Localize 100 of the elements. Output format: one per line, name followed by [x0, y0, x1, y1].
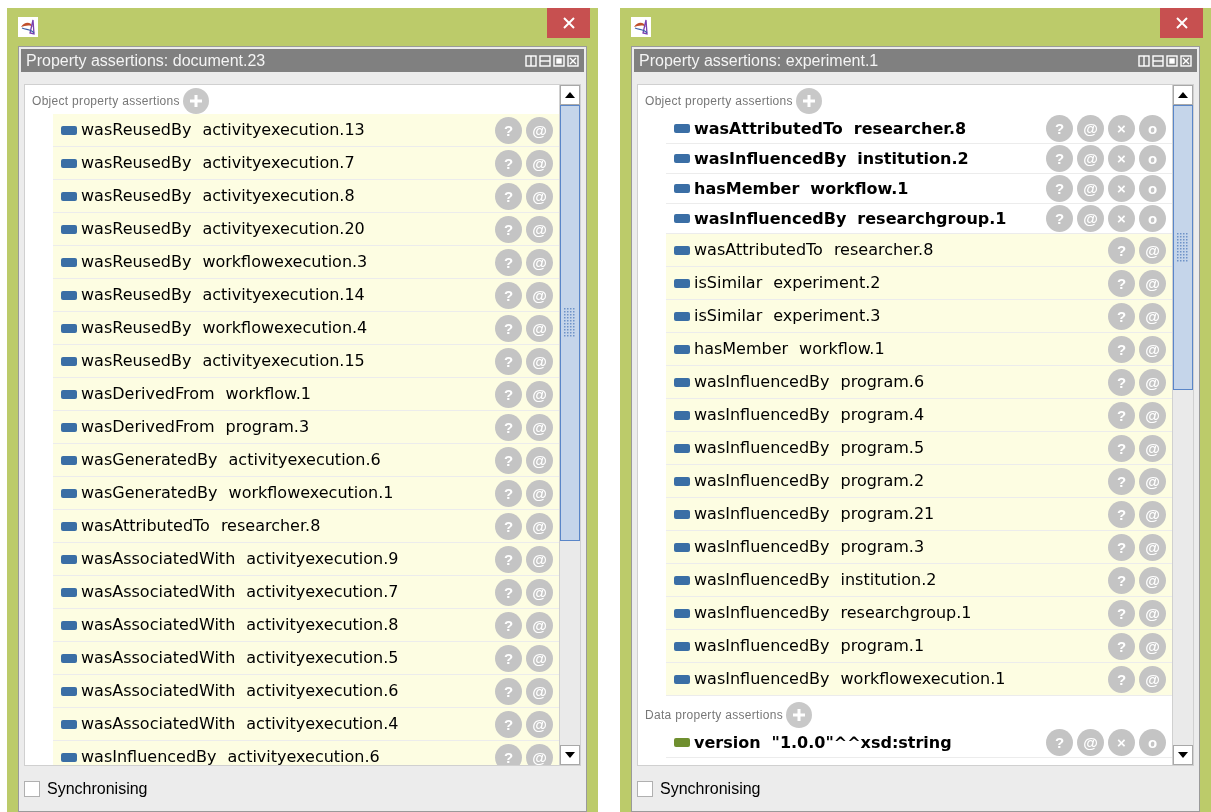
row-action-button[interactable]: @	[526, 677, 553, 705]
assertion-row[interactable]: isSimilar experiment.3 ? @	[666, 300, 1172, 333]
assertion-row[interactable]: isSimilar experiment.2 ? @	[666, 267, 1172, 300]
row-action-button[interactable]: @	[1077, 145, 1104, 172]
row-action-button[interactable]: ?	[1108, 302, 1135, 330]
row-action-button[interactable]: ×	[1108, 145, 1135, 172]
assertion-row[interactable]: wasDerivedFrom workflow.1 ? @	[53, 378, 559, 411]
assertion-row[interactable]: wasReusedBy activityexecution.8 ? @	[53, 180, 559, 213]
row-action-button[interactable]: ?	[495, 743, 522, 765]
row-action-button[interactable]: o	[1139, 115, 1166, 142]
row-action-button[interactable]: ?	[495, 413, 522, 441]
row-action-button[interactable]: @	[1139, 335, 1166, 363]
assertion-row[interactable]: wasInfluencedBy program.1 ? @	[666, 630, 1172, 663]
row-action-button[interactable]: ?	[495, 380, 522, 408]
assertion-row[interactable]: wasInfluencedBy program.4 ? @	[666, 399, 1172, 432]
assertion-row[interactable]: version "1.0.0"^^xsd:string ? @ × o	[666, 728, 1172, 758]
row-action-button[interactable]: ?	[1108, 434, 1135, 462]
row-action-button[interactable]: @	[1139, 599, 1166, 627]
row-action-button[interactable]: @	[526, 215, 553, 243]
row-action-button[interactable]: @	[526, 149, 553, 177]
row-action-button[interactable]: @	[526, 743, 553, 765]
scrollbar[interactable]	[559, 85, 580, 765]
row-action-button[interactable]: ?	[495, 446, 522, 474]
assertion-row[interactable]: wasAssociatedWith activityexecution.9 ? @	[53, 543, 559, 576]
assertion-row[interactable]: wasDerivedFrom program.3 ? @	[53, 411, 559, 444]
assertion-row[interactable]: wasInfluencedBy activityexecution.6 ? @	[53, 741, 559, 765]
assertion-row[interactable]: wasInfluencedBy program.21 ? @	[666, 498, 1172, 531]
row-action-button[interactable]: ?	[1046, 205, 1073, 232]
row-action-button[interactable]: ?	[495, 248, 522, 276]
row-action-button[interactable]: @	[1077, 115, 1104, 142]
assertion-row[interactable]: wasGeneratedBy activityexecution.6 ? @	[53, 444, 559, 477]
row-action-button[interactable]: ×	[1108, 205, 1135, 232]
assertion-row[interactable]: wasInfluencedBy program.3 ? @	[666, 531, 1172, 564]
assertion-row[interactable]: wasAssociatedWith activityexecution.6 ? @	[53, 675, 559, 708]
row-action-button[interactable]: ?	[1108, 500, 1135, 528]
row-action-button[interactable]: ?	[495, 578, 522, 606]
row-action-button[interactable]: @	[526, 611, 553, 639]
assertion-row[interactable]: wasReusedBy activityexecution.7 ? @	[53, 147, 559, 180]
row-action-button[interactable]: ?	[495, 677, 522, 705]
row-action-button[interactable]: @	[526, 413, 553, 441]
row-action-button[interactable]: @	[1139, 632, 1166, 660]
close-button[interactable]	[547, 8, 590, 38]
row-action-button[interactable]: ?	[495, 347, 522, 375]
assertion-row[interactable]: wasAttributedTo researcher.8 ? @	[666, 234, 1172, 267]
assertion-row[interactable]: wasInfluencedBy institution.2 ? @	[666, 564, 1172, 597]
row-action-button[interactable]: ×	[1108, 115, 1135, 142]
row-action-button[interactable]: ?	[1108, 632, 1135, 660]
assertion-row[interactable]: wasAssociatedWith activityexecution.7 ? @	[53, 576, 559, 609]
row-action-button[interactable]: ?	[495, 512, 522, 540]
scroll-thumb[interactable]	[560, 105, 580, 541]
row-action-button[interactable]: o	[1139, 145, 1166, 172]
row-action-button[interactable]: @	[526, 578, 553, 606]
row-action-button[interactable]: @	[1139, 269, 1166, 297]
row-action-button[interactable]: ?	[495, 149, 522, 177]
row-action-button[interactable]: o	[1139, 175, 1166, 202]
row-action-button[interactable]: @	[526, 710, 553, 738]
row-action-button[interactable]: @	[526, 281, 553, 309]
row-action-button[interactable]: ?	[495, 644, 522, 672]
row-action-button[interactable]: @	[1139, 467, 1166, 495]
scroll-thumb[interactable]	[1173, 105, 1193, 390]
assertion-row[interactable]: wasReusedBy activityexecution.15 ? @	[53, 345, 559, 378]
row-action-button[interactable]: ?	[495, 182, 522, 210]
row-action-button[interactable]: @	[526, 545, 553, 573]
row-action-button[interactable]: @	[1139, 500, 1166, 528]
assertion-row[interactable]: wasAssociatedWith activityexecution.8 ? @	[53, 609, 559, 642]
row-action-button[interactable]: @	[526, 248, 553, 276]
row-action-button[interactable]: ×	[1108, 175, 1135, 202]
row-action-button[interactable]: @	[1139, 566, 1166, 594]
checkbox[interactable]	[24, 780, 40, 797]
row-action-button[interactable]: ?	[495, 116, 522, 144]
close-button[interactable]	[1160, 8, 1203, 38]
assertion-row[interactable]: wasReusedBy activityexecution.20 ? @	[53, 213, 559, 246]
assertion-row[interactable]: wasAssociatedWith activityexecution.5 ? @	[53, 642, 559, 675]
assertion-row[interactable]: wasInfluencedBy program.6 ? @	[666, 366, 1172, 399]
row-action-button[interactable]: o	[1139, 729, 1166, 756]
row-action-button[interactable]: @	[1139, 665, 1166, 693]
scroll-down-button[interactable]	[1173, 745, 1193, 765]
assertion-row[interactable]: wasAssociatedWith activityexecution.4 ? @	[53, 708, 559, 741]
assertion-row[interactable]: hasMember workflow.1 ? @	[666, 333, 1172, 366]
row-action-button[interactable]: ?	[1046, 115, 1073, 142]
row-action-button[interactable]: ?	[1108, 665, 1135, 693]
row-action-button[interactable]: ?	[1108, 236, 1135, 264]
row-action-button[interactable]: @	[526, 644, 553, 672]
row-action-button[interactable]: @	[1139, 302, 1166, 330]
row-action-button[interactable]: @	[1139, 401, 1166, 429]
row-action-button[interactable]: ×	[1108, 729, 1135, 756]
row-action-button[interactable]: ?	[1046, 729, 1073, 756]
row-action-button[interactable]: ?	[495, 611, 522, 639]
scroll-up-button[interactable]	[560, 85, 580, 105]
assertion-row[interactable]: wasInfluencedBy program.5 ? @	[666, 432, 1172, 465]
assertion-row[interactable]: wasAttributedTo researcher.8 ? @ × o	[666, 114, 1172, 144]
assertion-row[interactable]: wasAttributedTo researcher.8 ? @	[53, 510, 559, 543]
assertion-row[interactable]: wasInfluencedBy researchgroup.1 ? @	[666, 597, 1172, 630]
assertion-row[interactable]: wasReusedBy workflowexecution.4 ? @	[53, 312, 559, 345]
row-action-button[interactable]: @	[1139, 368, 1166, 396]
assertion-row[interactable]: wasInfluencedBy institution.2 ? @ × o	[666, 144, 1172, 174]
row-action-button[interactable]: o	[1139, 205, 1166, 232]
row-action-button[interactable]: ?	[495, 314, 522, 342]
row-action-button[interactable]: @	[1077, 205, 1104, 232]
assertion-row[interactable]: wasReusedBy activityexecution.14 ? @	[53, 279, 559, 312]
